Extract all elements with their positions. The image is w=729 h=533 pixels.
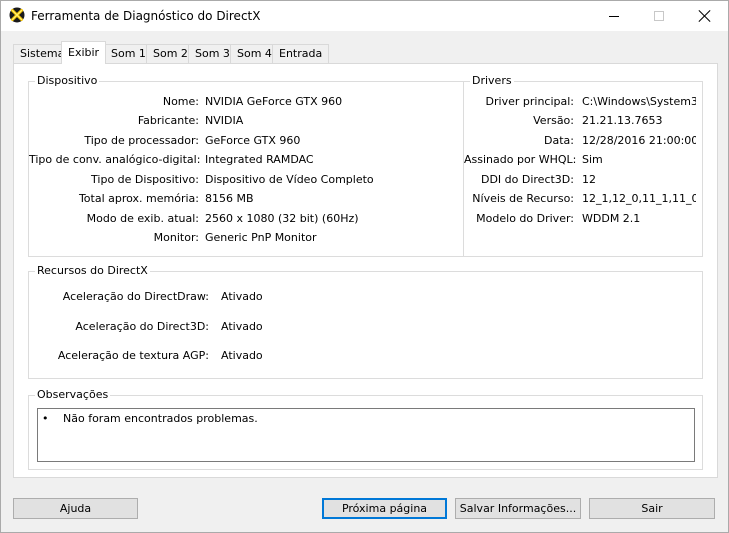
driver-value: 12 bbox=[582, 173, 596, 186]
device-value: 2560 x 1080 (32 bit) (60Hz) bbox=[205, 212, 359, 225]
dxdiag-window: Ferramenta de Diagnóstico do DirectX Sis… bbox=[0, 0, 729, 533]
device-label: Monitor: bbox=[153, 231, 199, 244]
device-group: Dispositivo Nome: NVIDIA GeForce GTX 960… bbox=[28, 74, 465, 257]
tab-exibir[interactable]: Exibir bbox=[61, 41, 107, 64]
driver-value: 12/28/2016 21:00:00 bbox=[582, 134, 696, 147]
save-info-button[interactable]: Salvar Informações... bbox=[455, 498, 581, 519]
driver-label: Data: bbox=[544, 134, 574, 147]
notes-text: Não foram encontrados problemas. bbox=[63, 412, 258, 425]
help-button[interactable]: Ajuda bbox=[13, 498, 138, 519]
device-group-title: Dispositivo bbox=[35, 74, 100, 87]
window-title: Ferramenta de Diagnóstico do DirectX bbox=[31, 9, 261, 23]
directx-icon bbox=[9, 7, 25, 23]
driver-label: Driver principal: bbox=[485, 95, 574, 108]
driver-row: Versão: 21.21.13.7653 bbox=[464, 113, 704, 129]
maximize-icon bbox=[654, 11, 664, 21]
notes-bullet: • bbox=[42, 412, 49, 425]
close-button[interactable] bbox=[682, 1, 728, 31]
notes-textbox[interactable]: • Não foram encontrados problemas. bbox=[37, 408, 695, 462]
feature-row: Aceleração do DirectDraw: Ativado bbox=[29, 289, 704, 305]
device-row: Fabricante: NVIDIA bbox=[29, 113, 465, 129]
device-value: 8156 MB bbox=[205, 192, 254, 205]
drivers-group-title: Drivers bbox=[470, 74, 514, 87]
feature-row: Aceleração do Direct3D: Ativado bbox=[29, 319, 704, 335]
driver-label: Modelo do Driver: bbox=[476, 212, 574, 225]
driver-label: Assinado por WHQL: bbox=[464, 153, 577, 166]
driver-row: Driver principal: C:\Windows\System32\ bbox=[464, 94, 704, 110]
close-icon bbox=[699, 10, 711, 22]
minimize-icon bbox=[609, 15, 619, 17]
device-value: NVIDIA GeForce GTX 960 bbox=[205, 95, 343, 108]
driver-label: DDI do Direct3D: bbox=[480, 173, 574, 186]
device-row: Tipo de processador: GeForce GTX 960 bbox=[29, 133, 465, 149]
driver-label: Versão: bbox=[533, 114, 574, 127]
device-label: Modo de exib. atual: bbox=[86, 212, 199, 225]
driver-row: Data: 12/28/2016 21:00:00 bbox=[464, 133, 704, 149]
device-value: Dispositivo de Vídeo Completo bbox=[205, 173, 374, 186]
title-bar[interactable]: Ferramenta de Diagnóstico do DirectX bbox=[1, 1, 728, 31]
tab-entrada[interactable]: Entrada bbox=[272, 44, 330, 63]
device-label: Tipo de Dispositivo: bbox=[91, 173, 199, 186]
driver-value: 21.21.13.7653 bbox=[582, 114, 663, 127]
next-page-button[interactable]: Próxima página bbox=[322, 498, 447, 519]
device-row: Nome: NVIDIA GeForce GTX 960 bbox=[29, 94, 465, 110]
device-row: Modo de exib. atual: 2560 x 1080 (32 bit… bbox=[29, 211, 465, 227]
driver-value: C:\Windows\System32\ bbox=[582, 95, 696, 108]
driver-row: Níveis de Recurso: 12_1,12_0,11_1,11_0, bbox=[464, 191, 704, 207]
device-label: Nome: bbox=[162, 95, 199, 108]
device-row: Monitor: Generic PnP Monitor bbox=[29, 230, 465, 246]
device-row: Tipo de Dispositivo: Dispositivo de Víde… bbox=[29, 172, 465, 188]
notes-title: Observações bbox=[35, 388, 111, 401]
exit-button[interactable]: Sair bbox=[589, 498, 715, 519]
maximize-button[interactable] bbox=[636, 1, 682, 31]
device-value: NVIDIA bbox=[205, 114, 244, 127]
minimize-button[interactable] bbox=[591, 1, 637, 31]
driver-row: DDI do Direct3D: 12 bbox=[464, 172, 704, 188]
device-value: GeForce GTX 960 bbox=[205, 134, 301, 147]
feature-row: Aceleração de textura AGP: Ativado bbox=[29, 348, 704, 364]
feature-value: Ativado bbox=[221, 349, 263, 362]
driver-label: Níveis de Recurso: bbox=[472, 192, 574, 205]
feature-label: Aceleração do DirectDraw: bbox=[62, 290, 209, 303]
drivers-group: Drivers Driver principal: C:\Windows\Sys… bbox=[463, 74, 704, 257]
device-value: Generic PnP Monitor bbox=[205, 231, 317, 244]
feature-label: Aceleração do Direct3D: bbox=[75, 320, 209, 333]
feature-value: Ativado bbox=[221, 320, 263, 333]
device-label: Tipo de processador: bbox=[84, 134, 199, 147]
device-label: Tipo de conv. analógico-digital: bbox=[29, 153, 201, 166]
tab-panel-exibir: Dispositivo Nome: NVIDIA GeForce GTX 960… bbox=[13, 63, 718, 478]
driver-value: WDDM 2.1 bbox=[582, 212, 641, 225]
feature-value: Ativado bbox=[221, 290, 263, 303]
driver-value: Sim bbox=[582, 153, 603, 166]
directx-features-title: Recursos do DirectX bbox=[35, 264, 150, 277]
device-label: Fabricante: bbox=[137, 114, 199, 127]
notes-group: Observações • Não foram encontrados prob… bbox=[28, 388, 703, 470]
device-value: Integrated RAMDAC bbox=[205, 153, 314, 166]
directx-features-group: Recursos do DirectX Aceleração do Direct… bbox=[28, 264, 704, 379]
device-row: Total aprox. memória: 8156 MB bbox=[29, 191, 465, 207]
driver-value: 12_1,12_0,11_1,11_0, bbox=[582, 192, 696, 205]
feature-label: Aceleração de textura AGP: bbox=[57, 349, 209, 362]
device-row: Tipo de conv. analógico-digital: Integra… bbox=[29, 152, 465, 168]
device-label: Total aprox. memória: bbox=[78, 192, 199, 205]
driver-row: Assinado por WHQL: Sim bbox=[464, 152, 704, 168]
driver-row: Modelo do Driver: WDDM 2.1 bbox=[464, 211, 704, 227]
